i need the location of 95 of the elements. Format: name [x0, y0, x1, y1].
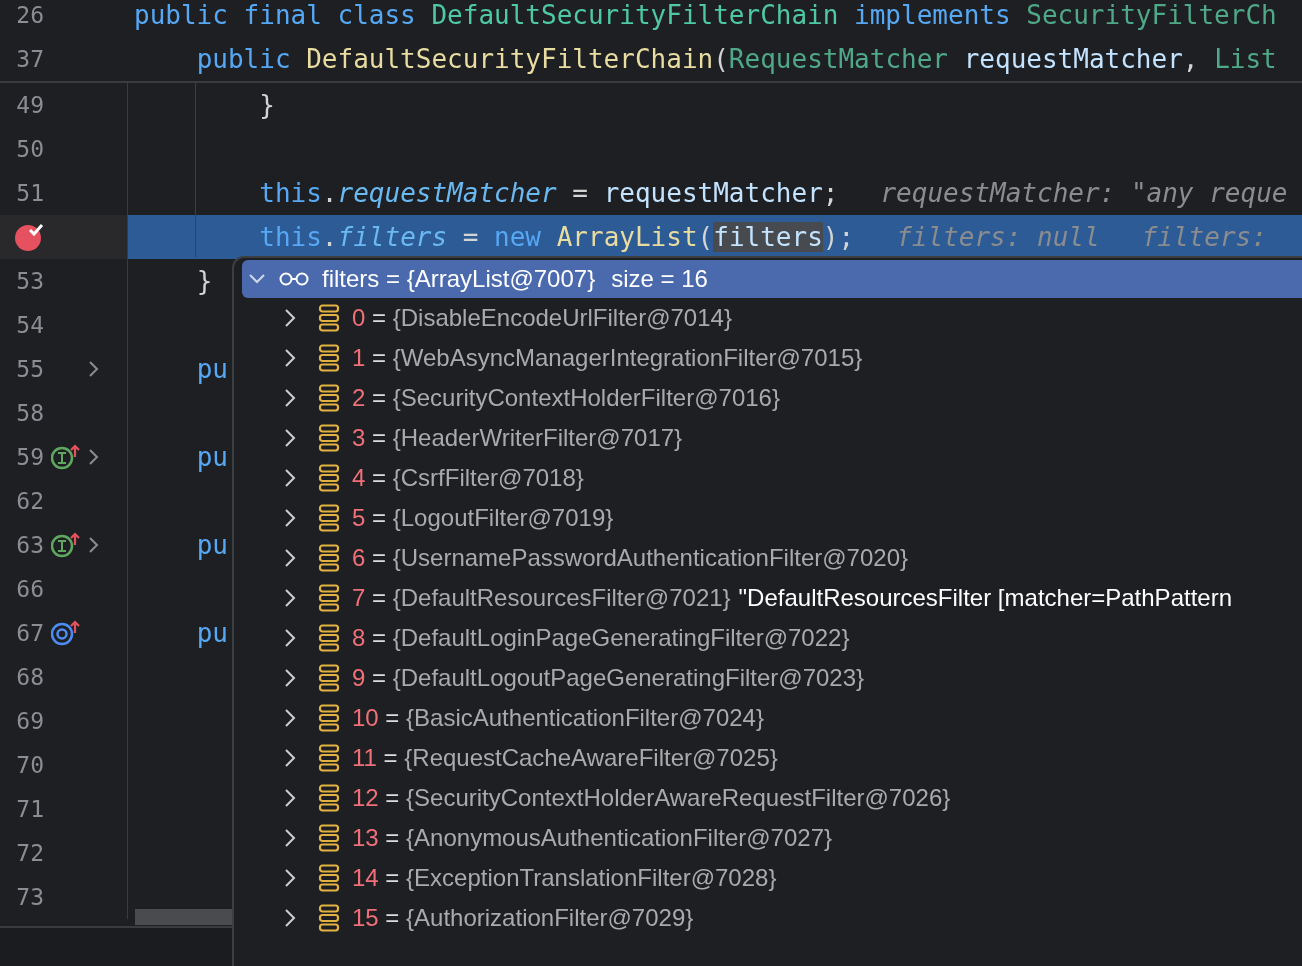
glasses-icon: [278, 272, 310, 286]
variable-entry: 10 = {BasicAuthenticationFilter@7024}: [352, 704, 764, 732]
line-number: 58: [15, 400, 44, 426]
variable-entry: 4 = {CsrfFilter@7018}: [352, 464, 584, 492]
variable-entry: 12 = {SecurityContextHolderAwareRequestFilter@7026}: [352, 784, 951, 812]
implements-icon[interactable]: [51, 444, 81, 470]
code-line: pu: [196, 354, 228, 384]
code-line: this.requestMatcher = requestMatcher;: [259, 178, 839, 208]
variable-entry: 0 = {DisableEncodeUrlFilter@7014}: [352, 304, 732, 332]
variable-header[interactable]: filters = {ArrayList@7007} size = 16: [242, 260, 1302, 298]
variable-entry: 7 = {DefaultResourcesFilter@7021}: [352, 584, 731, 612]
field-icon: [318, 424, 340, 452]
expand-chevron-icon[interactable]: [284, 708, 296, 728]
expand-chevron-icon[interactable]: [284, 908, 296, 928]
line-number: 69: [15, 708, 44, 734]
field-icon: [318, 304, 340, 332]
code-line: public DefaultSecurityFilterChain(RequestMatcher requestMatcher, List: [196, 44, 1277, 74]
expand-chevron-icon[interactable]: [284, 308, 296, 328]
code-line: pu: [196, 530, 228, 560]
code-line: pu: [196, 618, 228, 648]
inline-value-hint: requestMatcher: "any reque: [880, 178, 1288, 208]
field-icon: [318, 704, 340, 732]
line-number: 59: [15, 444, 44, 470]
line-number: 63: [15, 532, 44, 558]
implements-icon[interactable]: [51, 532, 81, 558]
variable-entry: 3 = {HeaderWriterFilter@7017}: [352, 424, 683, 452]
variable-entry: 14 = {ExceptionTranslationFilter@7028}: [352, 864, 777, 892]
variable-entry: 8 = {DefaultLoginPageGeneratingFilter@7022}: [352, 624, 850, 652]
field-icon: [318, 824, 340, 852]
variable-entry: 2 = {SecurityContextHolderFilter@7016}: [352, 384, 780, 412]
variable-entry: 9 = {DefaultLogoutPageGeneratingFilter@7023}: [352, 664, 865, 692]
line-number: 50: [15, 136, 44, 162]
variable-entry: 13 = {AnonymousAuthenticationFilter@7027}: [352, 824, 833, 852]
code-line: pu: [196, 442, 228, 472]
variable-entry: 6 = {UsernamePasswordAuthenticationFilter@7020}: [352, 544, 909, 572]
variable-entry: 5 = {LogoutFilter@7019}: [352, 504, 614, 532]
breakpoint-icon[interactable]: [14, 222, 46, 252]
line-number: 51: [15, 180, 44, 206]
line-number: 54: [15, 312, 44, 338]
field-icon: [318, 584, 340, 612]
line-number: 67: [15, 620, 44, 646]
chevron-down-icon[interactable]: [248, 273, 266, 285]
expand-chevron-icon[interactable]: [284, 788, 296, 808]
variable-string-value: "DefaultResourcesFilter [matcher=PathPattern: [738, 584, 1232, 612]
field-icon: [318, 784, 340, 812]
fold-chevron-icon[interactable]: [88, 360, 100, 378]
list-size: size = 16: [611, 265, 708, 293]
line-number: 62: [15, 488, 44, 514]
variable-entry: 15 = {AuthorizationFilter@7029}: [352, 904, 694, 932]
expand-chevron-icon[interactable]: [284, 748, 296, 768]
expand-chevron-icon[interactable]: [284, 428, 296, 448]
inline-value-hint: filters:: [1141, 222, 1267, 252]
line-number: 55: [15, 356, 44, 382]
code-line: }: [259, 90, 275, 120]
field-icon: [318, 344, 340, 372]
expand-chevron-icon[interactable]: [284, 668, 296, 688]
expand-chevron-icon[interactable]: [284, 828, 296, 848]
line-number: 53: [15, 268, 44, 294]
line-number: 71: [15, 796, 44, 822]
line-number: 73: [15, 884, 44, 910]
line-number: 72: [15, 840, 44, 866]
expand-chevron-icon[interactable]: [284, 388, 296, 408]
overrides-icon[interactable]: [51, 620, 81, 646]
horizontal-scrollbar[interactable]: [135, 909, 235, 925]
code-line: }: [196, 266, 213, 296]
field-icon: [318, 864, 340, 892]
code-line: public final class DefaultSecurityFilterChain implements SecurityFilterCh: [134, 0, 1277, 30]
field-icon: [318, 544, 340, 572]
variable-entry: 1 = {WebAsyncManagerIntegrationFilter@7015}: [352, 344, 863, 372]
line-number: 26: [15, 2, 44, 28]
fold-chevron-icon[interactable]: [88, 536, 100, 554]
field-icon: [318, 504, 340, 532]
fold-chevron-icon[interactable]: [88, 448, 100, 466]
expand-chevron-icon[interactable]: [284, 468, 296, 488]
expand-chevron-icon[interactable]: [284, 348, 296, 368]
expand-chevron-icon[interactable]: [284, 588, 296, 608]
line-number: 68: [15, 664, 44, 690]
field-icon: [318, 744, 340, 772]
field-icon: [318, 624, 340, 652]
line-number: 37: [15, 46, 44, 72]
expand-chevron-icon[interactable]: [284, 868, 296, 888]
variable-entry: 11 = {RequestCacheAwareFilter@7025}: [352, 744, 778, 772]
expand-chevron-icon[interactable]: [284, 548, 296, 568]
variable-name-value: filters = {ArrayList@7007}: [322, 265, 596, 293]
expand-chevron-icon[interactable]: [284, 628, 296, 648]
line-number: 70: [15, 752, 44, 778]
inline-value-hint: filters: null: [896, 222, 1100, 252]
field-icon: [318, 664, 340, 692]
field-icon: [318, 464, 340, 492]
field-icon: [318, 904, 340, 932]
line-number: 49: [15, 92, 44, 118]
field-icon: [318, 384, 340, 412]
expand-chevron-icon[interactable]: [284, 508, 296, 528]
line-number: 66: [15, 576, 44, 602]
code-line: this.filters = new ArrayList(filters);: [259, 222, 855, 252]
